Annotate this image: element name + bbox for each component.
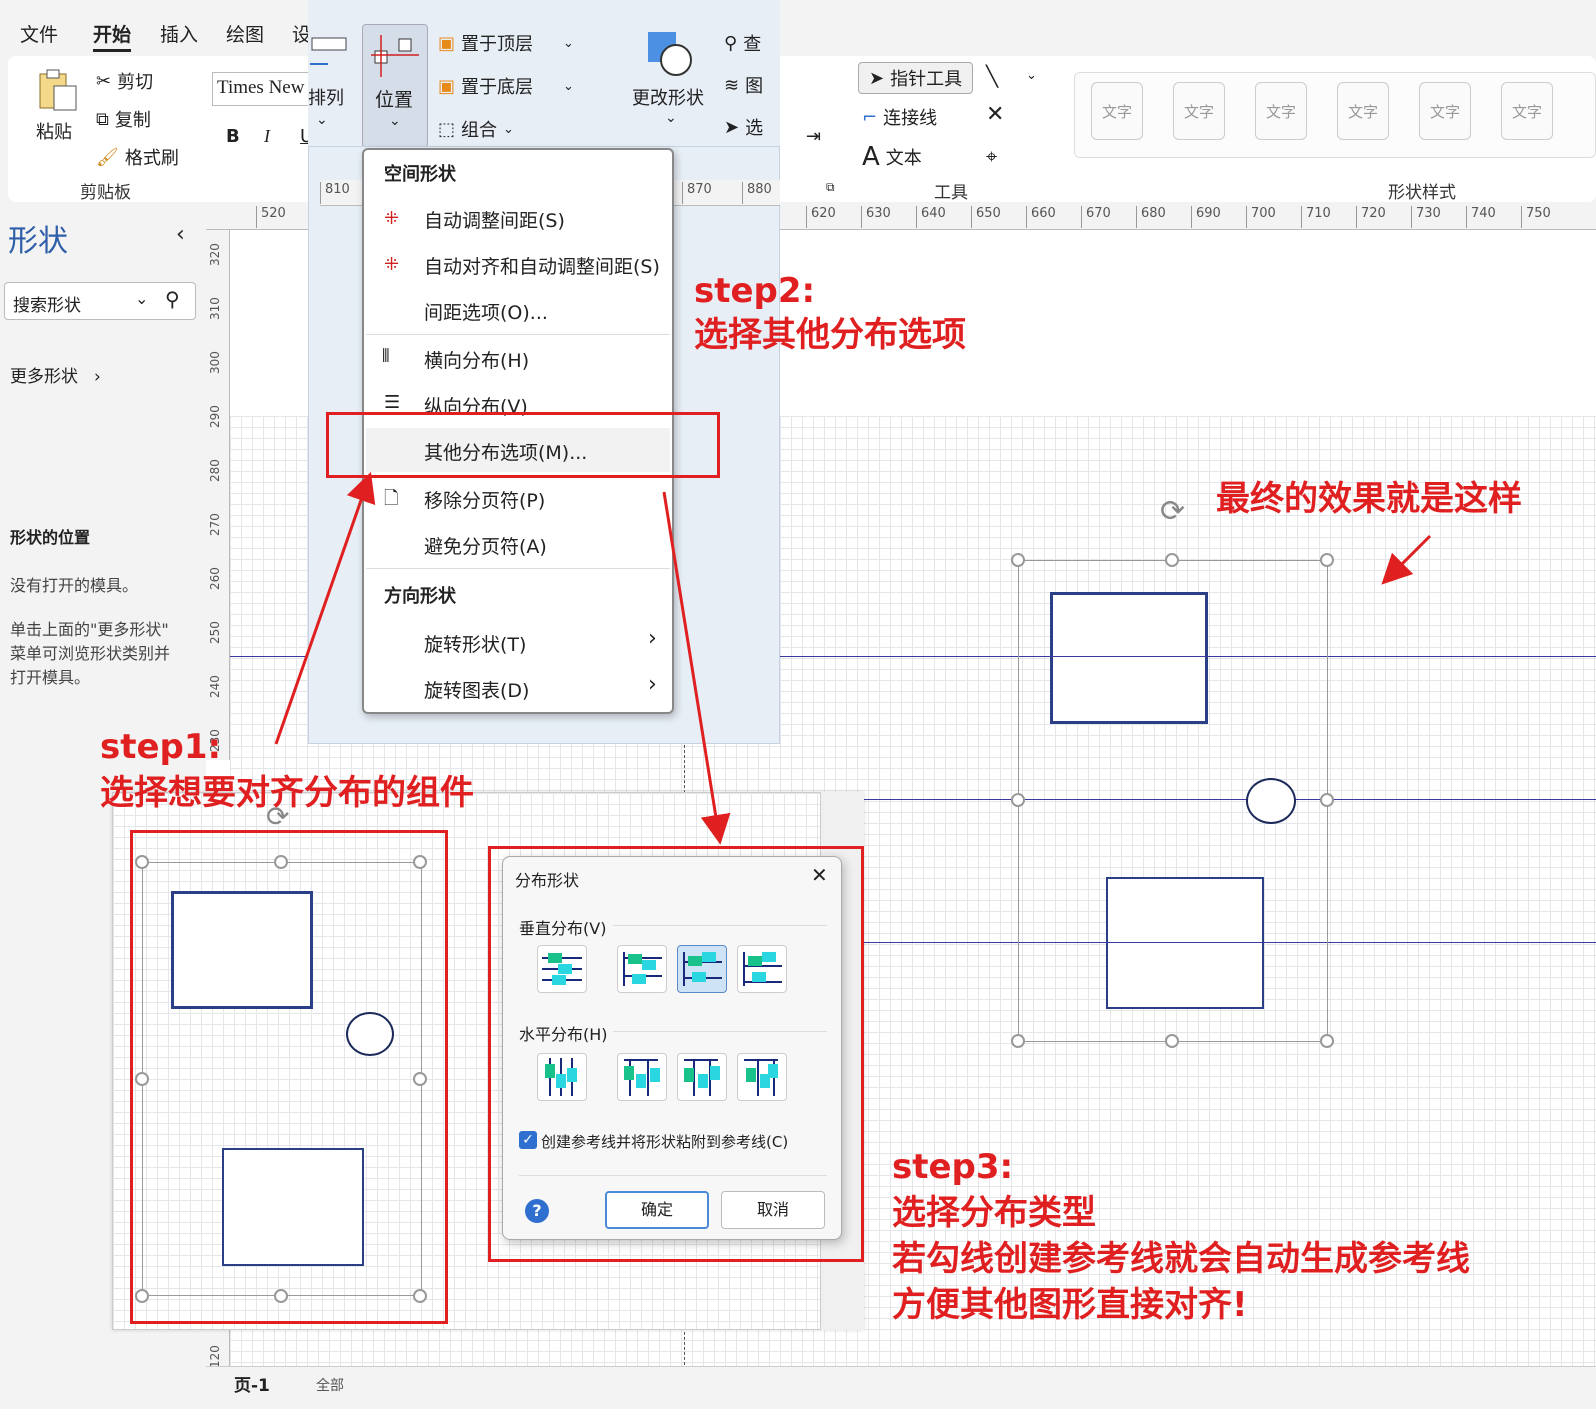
step1-title: step1: [100,727,222,767]
result-arrow [1381,534,1432,585]
step3-line: 方便其他图形直接对齐! [892,1285,1248,1325]
annotation-arrows [274,471,1432,845]
result-text: 最终的效果就是这样 [1216,479,1522,519]
step1-arrow [274,471,376,745]
step2-title: step2: [694,271,816,311]
all-pages-tab[interactable]: 全部 [316,1375,344,1395]
step3-title: step3: [892,1147,1014,1187]
step3-line: 若勾线创建参考线就会自动生成参考线 [892,1239,1470,1279]
page-tab[interactable]: 页-1 [234,1371,270,1396]
page-tab-bar: 页-1 全部 [206,1366,1596,1409]
step2-arrow [662,491,731,845]
step1-text: 选择想要对齐分布的组件 [100,773,474,813]
step3-line: 选择分布类型 [892,1193,1096,1233]
step2-text: 选择其他分布选项 [694,315,966,355]
